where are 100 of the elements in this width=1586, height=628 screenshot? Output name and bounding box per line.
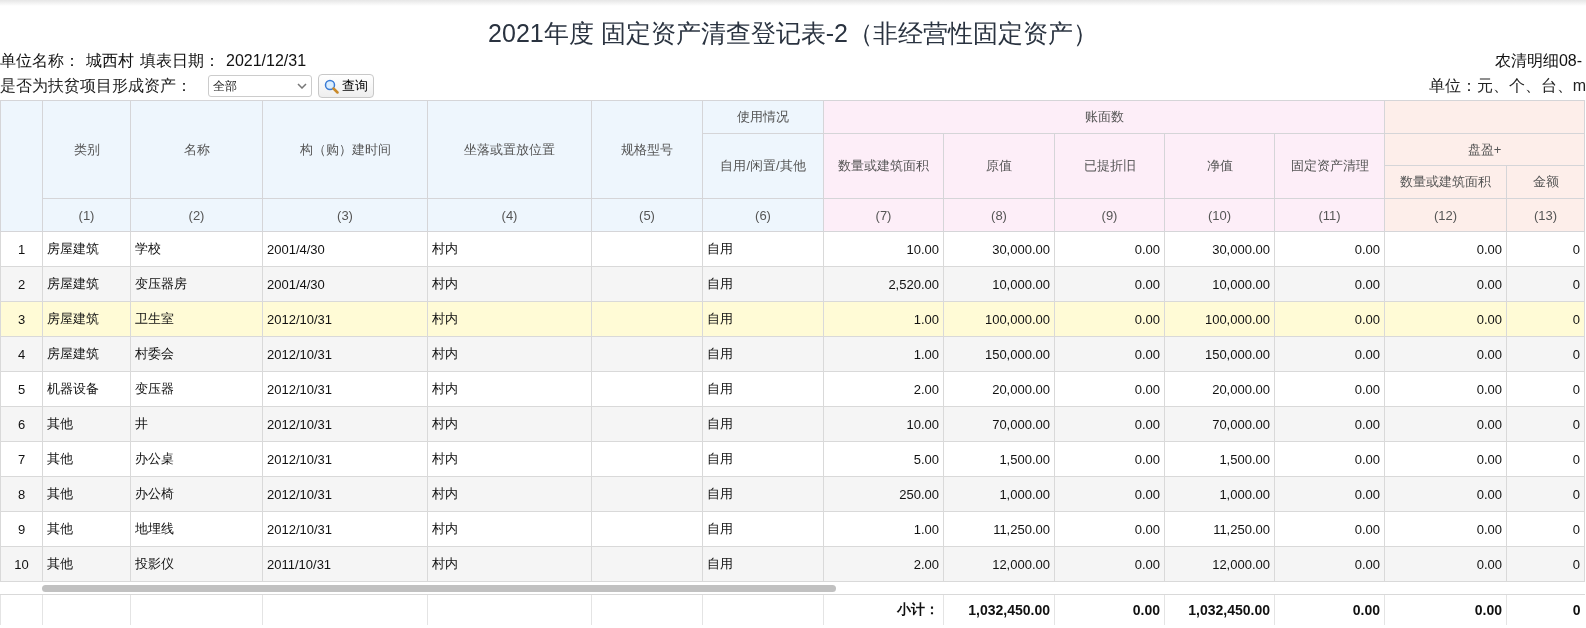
subtotal-value: 0 [1506,594,1585,625]
table-row[interactable]: 8 其他 办公椅 2012/10/31 村内 自用 250.00 1,000.00 0.00 1,000.00 0.00 0.00 0 [0,476,1585,512]
poverty-project-select[interactable]: 全部 [208,75,312,97]
table-cell: 村内 [427,406,592,442]
table-cell: 自用 [702,266,824,302]
table-cell: 0 [1506,301,1585,337]
table-cell: 自用 [702,371,824,407]
table-cell: 0.00 [1054,231,1165,267]
fill-date-label: 填表日期： [140,50,220,71]
table-cell: 0.00 [1274,266,1385,302]
table-cell: 70,000.00 [1164,406,1275,442]
column-header: (7) [823,198,944,232]
column-header: (2) [130,198,263,232]
row-number: 8 [0,476,43,512]
table-cell: 2012/10/31 [262,441,428,477]
column-header: 原值 [943,133,1055,199]
column-header: (3) [262,198,428,232]
table-cell: 其他 [42,546,131,582]
column-header: (1) [42,198,131,232]
table-cell: 1,500.00 [943,441,1055,477]
table-cell: 村内 [427,231,592,267]
subtotal-label: 小计： [823,594,944,625]
table-cell: 0.00 [1384,441,1507,477]
table-row[interactable]: 5 机器设备 变压器 2012/10/31 村内 自用 2.00 20,000.00 0.00 20,000.00 0.00 0.00 0 [0,371,1585,407]
table-cell: 0.00 [1054,371,1165,407]
table-cell: 12,000.00 [943,546,1055,582]
table-cell: 2.00 [823,371,944,407]
form-code: 农清明细08- [1494,50,1582,71]
table-cell: 自用 [702,511,824,547]
table-row[interactable]: 4 房屋建筑 村委会 2012/10/31 村内 自用 1.00 150,000.00 0.00 150,000.00 0.00 0.00 0 [0,336,1585,372]
table-cell: 办公椅 [130,476,263,512]
unit-name-label: 单位名称： [0,50,80,71]
column-header: 构（购）建时间 [262,100,428,199]
table-cell: 村委会 [130,336,263,372]
table-cell: 0 [1506,371,1585,407]
table-cell: 30,000.00 [1164,231,1275,267]
table-cell: 自用 [702,546,824,582]
table-cell: 房屋建筑 [42,301,131,337]
table-cell: 其他 [42,406,131,442]
table-row[interactable]: 3 房屋建筑 卫生室 2012/10/31 村内 自用 1.00 100,000.00 0.00 100,000.00 0.00 0.00 0 [0,301,1585,337]
table-cell: 0.00 [1274,511,1385,547]
column-header: (11) [1274,198,1385,232]
table-cell: 2012/10/31 [262,511,428,547]
table-row[interactable]: 1 房屋建筑 学校 2001/4/30 村内 自用 10.00 30,000.00 0.00 30,000.00 0.00 0.00 0 [0,231,1585,267]
row-number: 7 [0,441,43,477]
table-cell: 250.00 [823,476,944,512]
table-cell: 投影仪 [130,546,263,582]
table-cell: 5.00 [823,441,944,477]
table-cell: 其他 [42,511,131,547]
table-cell: 0 [1506,476,1585,512]
table-row[interactable]: 6 其他 井 2012/10/31 村内 自用 10.00 70,000.00 0.00 70,000.00 0.00 0.00 0 [0,406,1585,442]
table-cell: 2001/4/30 [262,266,428,302]
table-cell: 0.00 [1384,301,1507,337]
table-cell: 0 [1506,406,1585,442]
subtotal-value: 1,032,450.00 [943,594,1055,625]
table-row[interactable]: 9 其他 地埋线 2012/10/31 村内 自用 1.00 11,250.00 0.00 11,250.00 0.00 0.00 0 [0,511,1585,547]
column-header: (13) [1506,198,1585,232]
column-header: 已提折旧 [1054,133,1165,199]
table-cell: 0.00 [1384,336,1507,372]
table-cell: 村内 [427,441,592,477]
column-header: 数量或建筑面积 [1384,165,1507,199]
table-cell: 村内 [427,301,592,337]
table-cell: 10,000.00 [1164,266,1275,302]
table-cell: 30,000.00 [943,231,1055,267]
table-cell: 自用 [702,476,824,512]
table-cell: 0.00 [1384,476,1507,512]
table-cell: 0.00 [1384,511,1507,547]
row-number: 3 [0,301,43,337]
table-cell: 变压器房 [130,266,263,302]
table-cell: 10.00 [823,231,944,267]
table-cell: 0.00 [1054,336,1165,372]
row-number: 1 [0,231,43,267]
table-cell: 0.00 [1274,336,1385,372]
subtotal-value: 0.00 [1054,594,1165,625]
table-cell: 10.00 [823,406,944,442]
table-cell: 1,000.00 [943,476,1055,512]
table-cell: 0.00 [1384,406,1507,442]
table-row[interactable]: 2 房屋建筑 变压器房 2001/4/30 村内 自用 2,520.00 10,000.00 0.00 10,000.00 0.00 0.00 0 [0,266,1585,302]
table-cell: 2012/10/31 [262,476,428,512]
table-cell: 0.00 [1274,546,1385,582]
table-cell: 卫生室 [130,301,263,337]
column-header: 账面数 [823,100,1385,134]
query-button[interactable]: 查询 [318,74,374,98]
table-cell: 自用 [702,336,824,372]
table-row[interactable]: 7 其他 办公桌 2012/10/31 村内 自用 5.00 1,500.00 0.00 1,500.00 0.00 0.00 0 [0,441,1585,477]
table-cell: 自用 [702,231,824,267]
table-cell: 学校 [130,231,263,267]
table-cell: 2012/10/31 [262,301,428,337]
horizontal-scrollbar[interactable] [42,585,836,592]
table-cell: 村内 [427,371,592,407]
table-cell: 150,000.00 [1164,336,1275,372]
table-cell: 0.00 [1054,266,1165,302]
unit-name: 城西村 [86,50,134,71]
column-header: 名称 [130,100,263,199]
table-row[interactable]: 10 其他 投影仪 2011/10/31 村内 自用 2.00 12,000.00 0.00 12,000.00 0.00 0.00 0 [0,546,1585,582]
table-cell: 房屋建筑 [42,231,131,267]
table-cell: 自用 [702,406,824,442]
column-header: 规格型号 [591,100,703,199]
table-cell: 变压器 [130,371,263,407]
table-cell: 0.00 [1384,266,1507,302]
